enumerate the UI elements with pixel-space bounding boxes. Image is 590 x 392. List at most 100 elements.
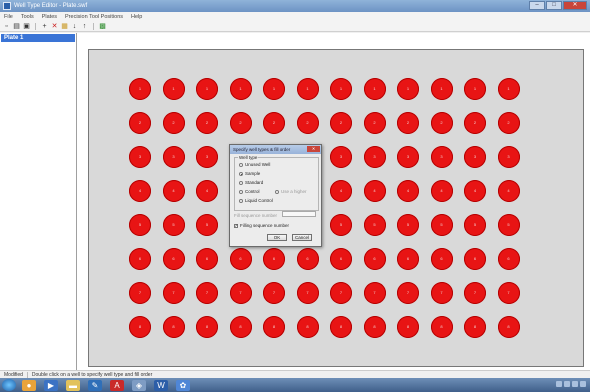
tray-icon[interactable]	[580, 381, 586, 387]
delete-icon[interactable]: ✕	[51, 23, 58, 30]
browser-icon[interactable]: ●	[22, 379, 36, 391]
dialog-close-button[interactable]: ✕	[307, 146, 320, 152]
ok-button[interactable]: OK	[267, 234, 287, 241]
well[interactable]: 3	[397, 146, 419, 168]
radio-button[interactable]	[239, 198, 243, 203]
close-button[interactable]: ✕	[563, 1, 587, 10]
well[interactable]: 4	[430, 180, 453, 202]
well[interactable]: 8	[363, 316, 386, 338]
well[interactable]: 1	[162, 78, 185, 100]
well[interactable]: 2	[430, 112, 453, 134]
down-arrow-icon[interactable]: ↓	[71, 23, 78, 30]
radio-control[interactable]: Control	[239, 189, 260, 194]
well[interactable]: 3	[196, 146, 218, 168]
well[interactable]: 2	[296, 112, 319, 134]
well[interactable]: 6	[497, 248, 520, 270]
well[interactable]: 8	[430, 316, 453, 338]
well[interactable]: 1	[229, 78, 252, 100]
well[interactable]: 8	[263, 316, 285, 338]
well[interactable]: 2	[330, 112, 352, 134]
menu-precision-tool-positions[interactable]: Precision Tool Positions	[61, 14, 127, 20]
well[interactable]: 1	[397, 78, 419, 100]
new-icon[interactable]: ▫	[3, 23, 10, 30]
save-icon[interactable]: ▣	[23, 23, 30, 30]
well[interactable]: 2	[196, 112, 218, 134]
well[interactable]: 6	[229, 248, 252, 270]
grid-icon[interactable]: ▩	[99, 23, 106, 30]
well[interactable]: 4	[162, 180, 185, 202]
well[interactable]: 4	[129, 180, 151, 202]
well[interactable]: 1	[363, 78, 386, 100]
well[interactable]: 8	[129, 316, 151, 338]
well[interactable]: 5	[430, 214, 453, 236]
add-icon[interactable]: +	[41, 23, 48, 30]
well[interactable]: 3	[129, 146, 151, 168]
minimize-button[interactable]: –	[529, 1, 545, 10]
up-arrow-icon[interactable]: ↑	[81, 23, 88, 30]
tray-icon[interactable]	[564, 381, 570, 387]
well[interactable]: 7	[263, 282, 285, 304]
well[interactable]: 6	[464, 248, 486, 270]
well[interactable]: 7	[464, 282, 486, 304]
radio-button[interactable]	[275, 189, 279, 194]
control-extra-option[interactable]: Use a higher	[275, 189, 307, 194]
well[interactable]: 5	[497, 214, 520, 236]
menu-file[interactable]: File	[0, 14, 17, 20]
well[interactable]: 5	[162, 214, 185, 236]
well[interactable]: 1	[196, 78, 218, 100]
radio-button[interactable]	[239, 180, 243, 185]
well[interactable]: 7	[196, 282, 218, 304]
radio-standard[interactable]: Standard	[239, 180, 263, 185]
well[interactable]: 4	[464, 180, 486, 202]
well[interactable]: 3	[162, 146, 185, 168]
well[interactable]: 5	[129, 214, 151, 236]
radio-unused-well[interactable]: Unused Well	[239, 162, 270, 167]
menu-help[interactable]: Help	[127, 14, 146, 20]
well[interactable]: 6	[363, 248, 386, 270]
well[interactable]: 5	[464, 214, 486, 236]
app-icon[interactable]: ✎	[88, 379, 102, 391]
well[interactable]: 6	[430, 248, 453, 270]
well[interactable]: 5	[397, 214, 419, 236]
radio-button[interactable]	[239, 171, 243, 176]
well[interactable]: 7	[397, 282, 419, 304]
well[interactable]: 4	[196, 180, 218, 202]
radio-button[interactable]	[239, 162, 243, 167]
well[interactable]: 1	[330, 78, 352, 100]
well[interactable]: 7	[162, 282, 185, 304]
well[interactable]: 2	[363, 112, 386, 134]
well[interactable]: 8	[296, 316, 319, 338]
well[interactable]: 6	[397, 248, 419, 270]
paint-icon[interactable]: ✿	[176, 379, 190, 391]
well[interactable]: 8	[464, 316, 486, 338]
well[interactable]: 7	[363, 282, 386, 304]
well[interactable]: 1	[129, 78, 151, 100]
well[interactable]: 8	[229, 316, 252, 338]
well[interactable]: 4	[363, 180, 386, 202]
well[interactable]: 7	[229, 282, 252, 304]
well[interactable]: 7	[430, 282, 453, 304]
document-icon[interactable]: W	[154, 379, 168, 391]
well[interactable]: 4	[397, 180, 419, 202]
well[interactable]: 6	[330, 248, 352, 270]
well[interactable]: 8	[397, 316, 419, 338]
menu-plates[interactable]: Plates	[38, 14, 61, 20]
well[interactable]: 6	[162, 248, 185, 270]
well[interactable]: 5	[196, 214, 218, 236]
sidebar-item-plate-1[interactable]: Plate 1	[1, 34, 75, 42]
maximize-button[interactable]: □	[546, 1, 562, 10]
well[interactable]: 7	[129, 282, 151, 304]
well[interactable]: 4	[330, 180, 352, 202]
radio-sample[interactable]: Sample	[239, 171, 260, 176]
radio-liquid-control[interactable]: Liquid Control	[239, 198, 273, 203]
well[interactable]: 3	[464, 146, 486, 168]
well[interactable]: 8	[196, 316, 218, 338]
paste-icon[interactable]: ▦	[61, 23, 68, 30]
menu-tools[interactable]: Tools	[17, 14, 38, 20]
well[interactable]: 2	[162, 112, 185, 134]
well[interactable]: 4	[497, 180, 520, 202]
tray-icon[interactable]	[572, 381, 578, 387]
well[interactable]: 8	[330, 316, 352, 338]
well[interactable]: 2	[397, 112, 419, 134]
folder-icon[interactable]: ▬	[66, 379, 80, 391]
